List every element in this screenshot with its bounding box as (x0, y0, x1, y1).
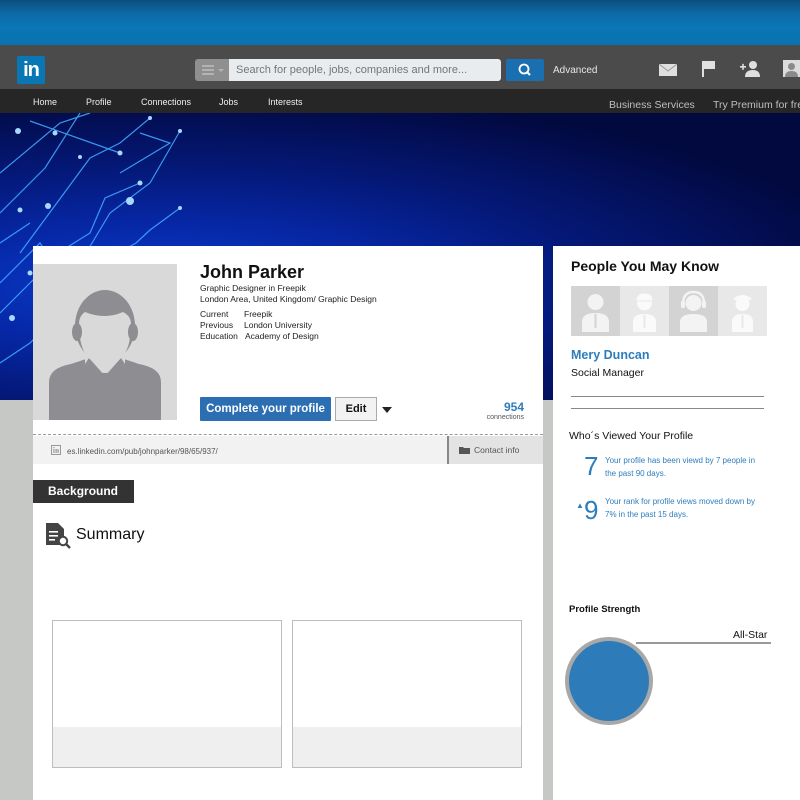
nav-connections[interactable]: Connections (141, 97, 191, 107)
profile-views-count[interactable]: 7 (584, 451, 598, 482)
folder-icon (459, 447, 470, 454)
default-avatar-icon (49, 290, 161, 420)
sidebar-card: People You May Know Mery Duncan Social M… (553, 246, 800, 800)
top-header: in Advanced (0, 45, 800, 89)
contact-info-label: Contact info (474, 445, 520, 455)
suggested-person-name[interactable]: Mery Duncan (571, 348, 650, 362)
divider-line (571, 408, 764, 409)
dashed-divider (33, 434, 543, 435)
public-profile-url[interactable]: es.linkedin.com/pub/johnparker/98/65/937… (67, 447, 218, 456)
public-profile-url-bar: es.linkedin.com/pub/johnparker/98/65/937… (33, 436, 543, 464)
pilot-avatar-icon[interactable] (718, 286, 767, 336)
add-connection-icon[interactable] (740, 60, 760, 77)
detail-value-current[interactable]: Freepik (244, 309, 272, 319)
profile-name: John Parker (200, 262, 305, 282)
try-premium-link[interactable]: Try Premium for free (713, 99, 800, 111)
whos-viewed-heading: Who´s Viewed Your Profile (569, 430, 694, 442)
complete-profile-button[interactable]: Complete your profile (200, 397, 331, 421)
business-services-link[interactable]: Business Services (609, 99, 695, 111)
profile-headline: Graphic Designer in Freepik (200, 283, 306, 293)
connections-label: connections (486, 414, 524, 421)
detail-label-education: Education (200, 331, 238, 341)
top-blue-strip (0, 0, 800, 45)
profile-views-text[interactable]: Your profile has been viewd by 7 people … (605, 454, 765, 480)
main-nav: Home Profile Connections Jobs Interests … (0, 89, 800, 113)
nav-home[interactable]: Home (33, 97, 57, 107)
divider-line (571, 396, 764, 397)
search-input[interactable] (229, 59, 501, 81)
nav-profile[interactable]: Profile (86, 97, 112, 107)
search-category-dropdown[interactable] (195, 59, 229, 81)
profile-strength-pointer-line (636, 642, 771, 644)
account-avatar-icon[interactable] (783, 60, 800, 77)
background-section-tab[interactable]: Background (33, 480, 134, 503)
menu-icon (202, 65, 214, 75)
profile-strength-heading: Profile Strength (569, 604, 641, 615)
edit-dropdown-caret-icon[interactable] (382, 407, 392, 413)
search-button[interactable] (506, 59, 544, 81)
profile-location: London Area, United Kingdom/ Graphic Des… (200, 294, 377, 304)
edit-profile-button[interactable]: Edit (335, 397, 377, 421)
detail-value-education[interactable]: Academy of Design (245, 331, 319, 341)
profile-photo[interactable] (33, 264, 177, 420)
detail-label-previous: Previous (200, 320, 234, 330)
rank-arrow-icon: ▲ (576, 501, 584, 510)
suggested-person-role: Social Manager (571, 367, 644, 379)
chevron-down-icon (218, 69, 224, 72)
flag-icon[interactable] (702, 61, 716, 77)
summary-document-search-icon (46, 523, 71, 549)
contact-info-button[interactable]: Contact info (447, 436, 543, 464)
detail-label-current: Current (200, 309, 229, 319)
people-you-may-know-heading: People You May Know (571, 258, 720, 274)
person-avatar-icon[interactable] (571, 286, 620, 336)
messages-icon[interactable] (659, 64, 677, 76)
media-panel-1[interactable] (52, 620, 282, 768)
profile-card: John Parker Graphic Designer in Freepik … (33, 246, 543, 800)
profile-strength-level: All-Star (733, 629, 768, 641)
linkedin-small-icon (51, 445, 61, 455)
nav-jobs[interactable]: Jobs (219, 97, 238, 107)
support-agent-avatar-icon[interactable] (669, 286, 718, 336)
rank-change-text[interactable]: Your rank for profile views moved down b… (605, 495, 765, 521)
detail-value-previous[interactable]: London University (244, 320, 312, 330)
worker-avatar-icon[interactable] (620, 286, 669, 336)
advanced-search-link[interactable]: Advanced (553, 65, 597, 76)
rank-change-count[interactable]: 9 (584, 495, 598, 526)
media-panel-footer (53, 727, 281, 767)
summary-heading: Summary (76, 526, 145, 543)
connections-count[interactable]: 954 (473, 400, 524, 414)
search-icon (518, 63, 531, 76)
nav-interests[interactable]: Interests (268, 97, 303, 107)
profile-strength-meter[interactable] (565, 637, 653, 725)
media-panel-footer (293, 727, 521, 767)
media-panel-2[interactable] (292, 620, 522, 768)
linkedin-logo[interactable]: in (17, 56, 45, 84)
